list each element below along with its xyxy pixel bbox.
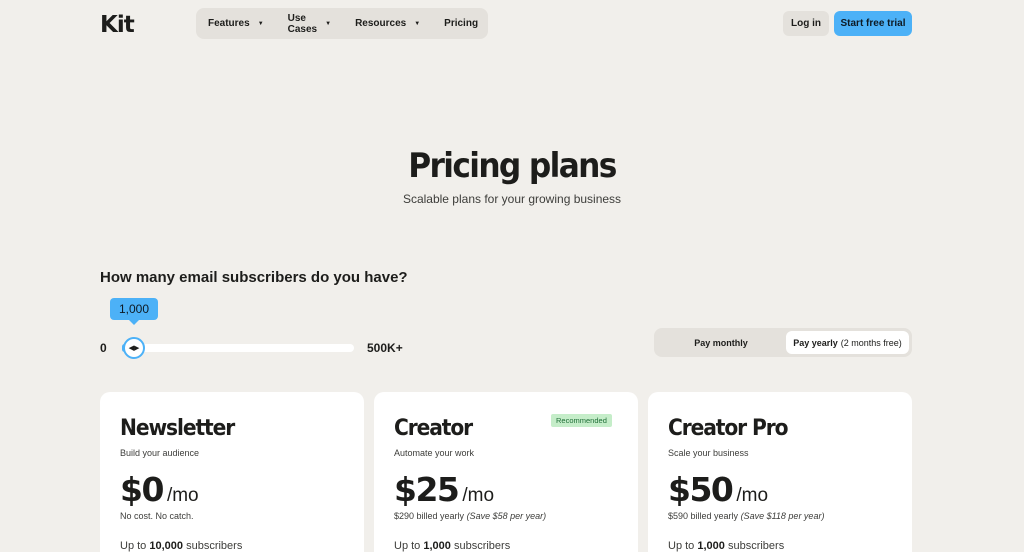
subscriber-limit-count: 10,000: [149, 540, 184, 552]
caret-down-icon: ▼: [257, 20, 264, 27]
nav-item-pricing[interactable]: Pricing: [444, 18, 478, 29]
subscriber-slider-track[interactable]: [122, 344, 354, 352]
caret-down-icon: ▼: [414, 20, 421, 27]
plan-tagline: Automate your work: [394, 448, 475, 458]
billing-note: $290 billed yearly (Save $58 per year): [394, 511, 546, 521]
subscriber-limit-suffix: subscribers: [186, 540, 243, 552]
subscriber-limit: Up to 1,000 subscribers: [394, 540, 510, 552]
slider-thumb[interactable]: ◀▶: [123, 337, 145, 359]
subscriber-limit-prefix: Up to: [120, 540, 147, 552]
billing-note: No cost. No catch.: [120, 511, 194, 521]
nav-label: Pricing: [444, 18, 479, 29]
plan-card-newsletter: Newsletter Build your audience $0 /mo No…: [100, 392, 364, 552]
billing-toggle: Pay monthly Pay yearly (2 months free): [654, 328, 912, 357]
subscriber-limit-prefix: Up to: [394, 540, 421, 552]
nav-label: Features: [208, 18, 250, 29]
subscriber-question: How many email subscribers do you have?: [100, 269, 408, 286]
page-subtitle: Scalable plans for your growing business: [402, 192, 622, 206]
slider-max-label: 500K+: [367, 341, 403, 355]
savings-note: (Save $118 per year): [740, 511, 825, 521]
price-period: /mo: [462, 485, 495, 506]
nav-item-use-cases[interactable]: Use Cases ▼: [288, 13, 331, 35]
main-nav: Features ▼ Use Cases ▼ Resources ▼ Prici…: [196, 8, 488, 39]
price-amount: $50: [668, 470, 734, 509]
nav-item-resources[interactable]: Resources ▼: [355, 18, 420, 29]
pay-monthly-label: Pay monthly: [694, 337, 748, 348]
subscriber-limit-count: 1,000: [697, 540, 725, 552]
billing-note: $590 billed yearly (Save $118 per year): [668, 511, 824, 521]
page-title: Pricing plans: [408, 146, 617, 186]
plan-card-creator-pro: Creator Pro Scale your business $50 /mo …: [648, 392, 912, 552]
subscriber-limit-suffix: subscribers: [453, 540, 511, 552]
plan-name: Creator: [394, 416, 473, 441]
recommended-badge: Recommended: [551, 414, 612, 427]
plan-tagline: Scale your business: [668, 448, 749, 458]
plan-price: $50 /mo: [668, 470, 768, 509]
subscriber-limit: Up to 1,000 subscribers: [668, 540, 784, 552]
billing-note-text: $290 billed yearly: [394, 511, 465, 521]
kit-logo[interactable]: Kit: [100, 12, 135, 38]
login-button[interactable]: Log in: [783, 11, 829, 36]
nav-item-features[interactable]: Features ▼: [208, 18, 264, 29]
caret-down-icon: ▼: [325, 20, 332, 27]
plan-name: Creator Pro: [668, 416, 789, 441]
pay-monthly-option[interactable]: Pay monthly: [658, 331, 784, 354]
price-period: /mo: [166, 485, 199, 506]
plan-price: $0 /mo: [120, 470, 199, 509]
plan-name: Newsletter: [120, 416, 235, 441]
start-trial-button[interactable]: Start free trial: [834, 11, 912, 36]
savings-note: (Save $58 per year): [466, 511, 547, 521]
subscriber-limit: Up to 10,000 subscribers: [120, 540, 242, 552]
plan-price: $25 /mo: [394, 470, 494, 509]
slider-value-tooltip: 1,000: [110, 298, 158, 325]
drag-arrows-icon: ◀▶: [128, 345, 140, 352]
nav-label: Use Cases: [287, 12, 318, 35]
subscriber-limit-prefix: Up to: [668, 540, 695, 552]
billing-note-text: $590 billed yearly: [668, 511, 739, 521]
subscriber-limit-count: 1,000: [423, 540, 451, 552]
price-period: /mo: [736, 485, 769, 506]
pay-yearly-note: (2 months free): [840, 337, 902, 348]
price-amount: $0: [120, 470, 164, 509]
price-amount: $25: [394, 470, 460, 509]
billing-note-text: No cost. No catch.: [120, 511, 194, 521]
pay-yearly-label: Pay yearly: [793, 337, 838, 348]
slider-min-label: 0: [100, 341, 107, 355]
plan-card-creator: Creator Recommended Automate your work $…: [374, 392, 638, 552]
pay-yearly-option[interactable]: Pay yearly (2 months free): [786, 331, 909, 354]
nav-label: Resources: [355, 18, 407, 29]
subscriber-limit-suffix: subscribers: [727, 540, 785, 552]
plan-tagline: Build your audience: [120, 448, 200, 458]
